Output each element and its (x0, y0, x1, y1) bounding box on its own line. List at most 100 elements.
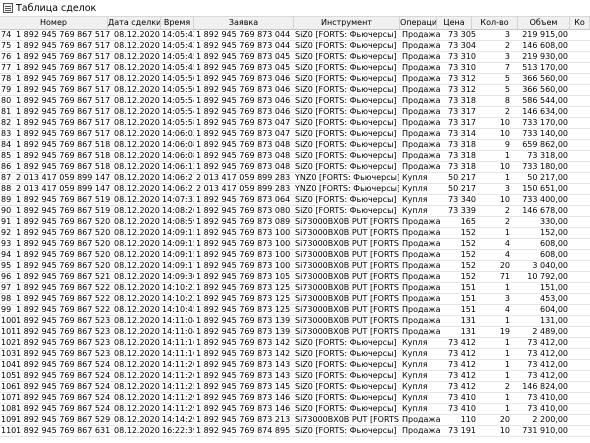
cell-trade-id: 1 892 945 769 867 520 781 (16, 261, 112, 270)
cell-date: 08.12.2020 (114, 393, 160, 402)
col-header-date[interactable]: Дата сделки (108, 17, 161, 29)
cell-date: 08.12.2020 (114, 140, 160, 149)
cell-instrument: SiZ0 [FORTS: Фьючерсы] (295, 404, 397, 413)
cell-instrument: YNZ0 [FORTS: Фьючерсы] (295, 173, 399, 182)
table-row[interactable]: 85 1 892 945 769 867 518 05508.12.202014:… (0, 151, 590, 162)
cell-trade-id: 1 892 945 769 867 517 857 (16, 74, 112, 83)
cell-operation: Купля (402, 382, 428, 391)
cell-date: 08.12.2020 (114, 305, 160, 314)
cell-volume: 733 400,00 (522, 195, 568, 204)
cell-qty: 7 (504, 63, 510, 72)
cell-order-id: 1 892 945 769 873 125 393 (196, 294, 293, 303)
table-row[interactable]: 75 1 892 945 769 867 517 71308.12.202014:… (0, 41, 590, 52)
table-row[interactable]: 80 1 892 945 769 867 517 91108.12.202014:… (0, 96, 590, 107)
table-row[interactable]: 88 2 013 417 059 899 147 01308.12.202014:… (0, 184, 590, 195)
table-row[interactable]: 77 1 892 945 769 867 517 81208.12.202014:… (0, 63, 590, 74)
cell-instrument: Si73000BX0B PUT [FORTS: Опци (295, 415, 399, 424)
table-row[interactable]: 76 1 892 945 769 867 517 81108.12.202014:… (0, 52, 590, 63)
cell-qty: 9 (504, 140, 510, 149)
table-row[interactable]: 93 1 892 945 769 867 520 75908.12.202014:… (0, 239, 590, 250)
table-row[interactable]: 1061 892 945 769 867 524 12208.12.202014… (0, 382, 590, 393)
table-row[interactable]: 89 1 892 945 769 867 519 05408.12.202014:… (0, 195, 590, 206)
table-row[interactable]: 1041 892 945 769 867 524 01908.12.202014… (0, 360, 590, 371)
cell-volume: 733 180,00 (522, 162, 568, 171)
cell-order-id: 1 892 945 769 873 045 776 (196, 52, 293, 61)
cell-volume: 10 792,00 (527, 272, 568, 281)
cell-instrument: SiZ0 [FORTS: Фьючерсы] (295, 129, 397, 138)
col-header-instrument[interactable]: Инструмент (294, 17, 400, 29)
cell-trade-id: 1 892 945 769 867 520 759 (16, 239, 112, 248)
cell-row-number: 94 (1, 250, 12, 259)
cell-row-number: 88 (1, 184, 12, 193)
cell-price: 73 312 (448, 85, 476, 94)
table-row[interactable]: 1101 892 945 769 867 631 92108.12.202016… (0, 426, 590, 437)
col-header-operation[interactable]: Операция (400, 17, 437, 29)
table-row[interactable]: 82 1 892 945 769 867 517 93908.12.202014:… (0, 118, 590, 129)
cell-order-id: 1 892 945 769 873 143 443 (196, 360, 293, 369)
table-row[interactable]: 86 1 892 945 769 867 518 11508.12.202014:… (0, 162, 590, 173)
table-row[interactable]: 95 1 892 945 769 867 520 78108.12.202014:… (0, 261, 590, 272)
col-header-extra[interactable]: Ко (570, 17, 590, 29)
table-row[interactable]: 92 1 892 945 769 867 520 75808.12.202014:… (0, 228, 590, 239)
cell-operation: Продажа (402, 85, 440, 94)
cell-date: 08.12.2020 (114, 360, 160, 369)
cell-qty: 3 (504, 184, 510, 193)
table-row[interactable]: 87 2 013 417 059 899 147 01208.12.202014:… (0, 173, 590, 184)
cell-order-id: 1 892 945 769 873 089 387 (196, 217, 293, 226)
cell-operation: Купля (402, 173, 428, 182)
table-row[interactable]: 1071 892 945 769 867 524 20308.12.202014… (0, 393, 590, 404)
cell-order-id: 1 892 945 769 873 146 545 (196, 393, 293, 402)
table-row[interactable]: 78 1 892 945 769 867 517 85708.12.202014:… (0, 74, 590, 85)
table-row[interactable]: 1011 892 945 769 867 523 70908.12.202014… (0, 327, 590, 338)
cell-qty: 4 (504, 250, 510, 259)
table-row[interactable]: 94 1 892 945 769 867 520 76008.12.202014:… (0, 250, 590, 261)
table-row[interactable]: 1081 892 945 769 867 524 20408.12.202014… (0, 404, 590, 415)
col-header-order[interactable]: Заявка (194, 17, 294, 29)
table-row[interactable]: 79 1 892 945 769 867 517 85808.12.202014:… (0, 85, 590, 96)
cell-order-id: 1 892 945 769 873 048 984 (196, 162, 293, 171)
cell-trade-id: 1 892 945 769 867 522 468 (16, 294, 112, 303)
cell-qty: 2 (504, 382, 510, 391)
cell-trade-id: 1 892 945 769 867 523 978 (16, 338, 112, 347)
cell-order-id: 1 892 945 769 873 105 939 (196, 272, 293, 281)
cell-instrument: SiZ0 [FORTS: Фьючерсы] (295, 74, 397, 83)
cell-price: 152 (460, 261, 476, 270)
col-header-id[interactable]: Номер (0, 17, 108, 29)
cell-date: 08.12.2020 (114, 118, 160, 127)
cell-order-id: 1 892 945 769 873 100 429 (196, 261, 293, 270)
table-row[interactable]: 98 1 892 945 769 867 522 46808.12.202014:… (0, 294, 590, 305)
cell-price: 50 217 (448, 184, 476, 193)
table-row[interactable]: 1001 892 945 769 867 523 70808.12.202014… (0, 316, 590, 327)
table-row[interactable]: 90 1 892 945 769 867 519 84108.12.202014:… (0, 206, 590, 217)
cell-operation: Продажа (402, 63, 440, 72)
table-row[interactable]: 81 1 892 945 769 867 517 91208.12.202014:… (0, 107, 590, 118)
cell-volume: 73 412,00 (527, 338, 568, 347)
cell-qty: 10 (499, 162, 510, 171)
cell-price: 73 317 (448, 107, 476, 116)
table-row[interactable]: 99 1 892 945 769 867 522 74908.12.202014:… (0, 305, 590, 316)
cell-date: 08.12.2020 (114, 63, 160, 72)
table-row[interactable]: 1091 892 945 769 867 529 93408.12.202014… (0, 415, 590, 426)
col-header-qty[interactable]: Кол-во (472, 17, 518, 29)
cell-date: 08.12.2020 (114, 294, 160, 303)
table-row[interactable]: 84 1 892 945 769 867 518 05408.12.202014:… (0, 140, 590, 151)
col-header-time[interactable]: Время (161, 17, 194, 29)
cell-operation: Продажа (402, 239, 440, 248)
cell-instrument: Si73000BX0B PUT [FORTS: Опци (295, 305, 399, 314)
cell-instrument: SiZ0 [FORTS: Фьючерсы] (295, 107, 397, 116)
table-row[interactable]: 97 1 892 945 769 867 522 46708.12.202014:… (0, 283, 590, 294)
table-row[interactable]: 1031 892 945 769 867 523 97908.12.202014… (0, 349, 590, 360)
cell-qty: 10 (499, 129, 510, 138)
cell-qty: 2 (504, 217, 510, 226)
cell-row-number: 78 (1, 74, 12, 83)
col-header-volume[interactable]: Объем (518, 17, 570, 29)
table-row[interactable]: 1021 892 945 769 867 523 97808.12.202014… (0, 338, 590, 349)
table-row[interactable]: 96 1 892 945 769 867 521 06808.12.202014:… (0, 272, 590, 283)
table-row[interactable]: 74 1 892 945 769 867 517 71208.12.202014:… (0, 30, 590, 41)
col-header-price[interactable]: Цена (437, 17, 472, 29)
table-row[interactable]: 1051 892 945 769 867 524 02008.12.202014… (0, 371, 590, 382)
table-row[interactable]: 91 1 892 945 769 867 520 12008.12.202014:… (0, 217, 590, 228)
cell-date: 08.12.2020 (114, 217, 160, 226)
table-row[interactable]: 83 1 892 945 769 867 517 96008.12.202014:… (0, 129, 590, 140)
cell-operation: Продажа (402, 107, 440, 116)
